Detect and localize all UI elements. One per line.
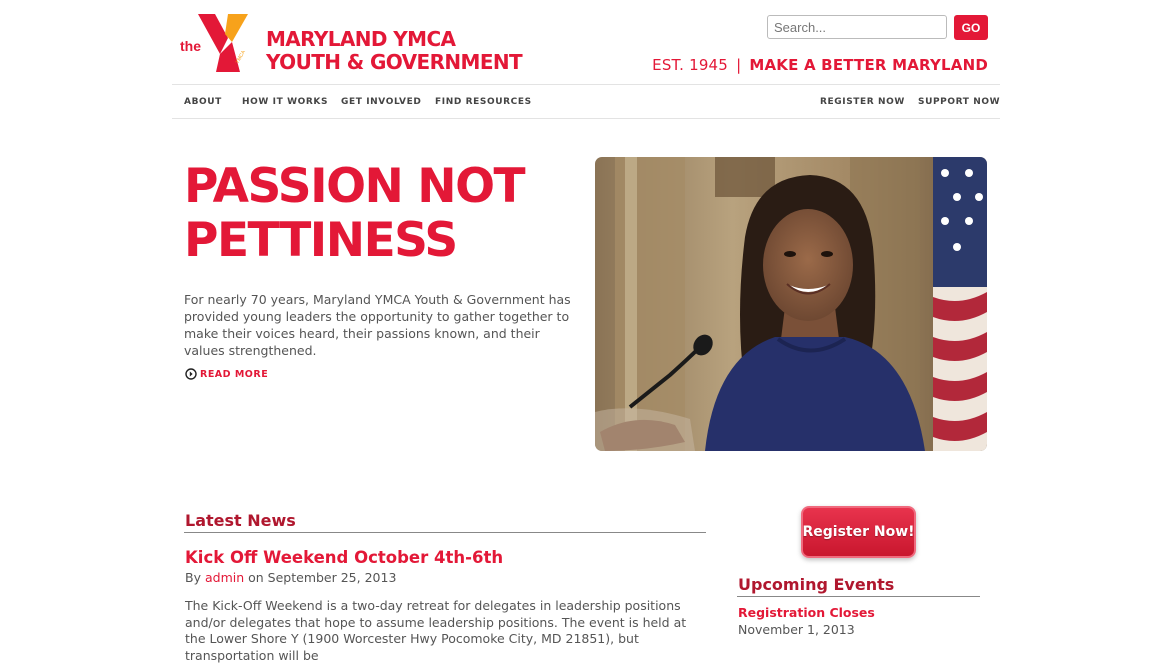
latest-news-divider	[184, 532, 706, 533]
news-post-title[interactable]: Kick Off Weekend October 4th-6th	[185, 548, 503, 567]
hero-photo-illustration	[595, 157, 987, 451]
register-now-button[interactable]: Register Now!	[801, 506, 916, 558]
logo-line-2: YOUTH & GOVERNMENT	[266, 50, 523, 74]
logo-wordmark: MARYLAND YMCA YOUTH & GOVERNMENT	[266, 27, 523, 74]
logo-line-1: MARYLAND YMCA	[266, 27, 456, 51]
tagline-slogan: MAKE A BETTER MARYLAND	[749, 56, 988, 74]
hero-title-line-2: PETTINESS	[184, 213, 458, 268]
hero-photo	[595, 157, 987, 451]
page-body	[0, 127, 1170, 641]
nav-item-support-now[interactable]: SUPPORT NOW	[918, 97, 1000, 107]
nav-item-find-resources[interactable]: FIND RESOURCES	[435, 97, 532, 107]
circle-arrow-icon	[185, 368, 197, 380]
read-more-label: READ MORE	[200, 368, 269, 380]
read-more-link[interactable]: READ MORE	[185, 368, 268, 380]
nav-item-register-now[interactable]: REGISTER NOW	[820, 97, 905, 107]
tagline-separator: |	[736, 56, 742, 74]
hero-description: For nearly 70 years, Maryland YMCA Youth…	[184, 292, 571, 358]
main-nav: ABOUT HOW IT WORKS GET INVOLVED FIND RES…	[172, 84, 1000, 119]
event-title-link[interactable]: Registration Closes	[738, 605, 875, 620]
search-input[interactable]	[767, 15, 947, 39]
tagline: EST. 1945 | MAKE A BETTER MARYLAND	[652, 56, 988, 74]
hero-title-line-1: PASSION NOT	[184, 159, 526, 214]
tagline-established: EST. 1945	[652, 56, 729, 74]
post-author-link[interactable]: admin	[205, 570, 244, 585]
site-logo[interactable]: the YMCA MARYLAND YMCA YOUTH & GOVERNMEN…	[178, 14, 523, 74]
post-by-label: By	[185, 570, 201, 585]
upcoming-events-divider	[737, 596, 980, 597]
latest-news-heading: Latest News	[185, 511, 296, 530]
search-go-button[interactable]: GO	[954, 15, 988, 40]
logo-ymca-mark: YMCA	[235, 49, 248, 65]
ymca-y-icon: YMCA	[198, 14, 248, 72]
upcoming-events-heading: Upcoming Events	[738, 575, 895, 594]
nav-item-about[interactable]: ABOUT	[184, 97, 222, 107]
event-date: November 1, 2013	[738, 622, 855, 637]
news-post-meta: By admin on September 25, 2013	[185, 570, 396, 585]
hero-title: PASSION NOT PETTINESS	[184, 160, 584, 268]
nav-item-how-it-works[interactable]: HOW IT WORKS	[242, 97, 328, 107]
news-post-excerpt: The Kick-Off Weekend is a two-day retrea…	[185, 598, 687, 663]
nav-item-get-involved[interactable]: GET INVOLVED	[341, 97, 421, 107]
post-date: on September 25, 2013	[248, 570, 397, 585]
